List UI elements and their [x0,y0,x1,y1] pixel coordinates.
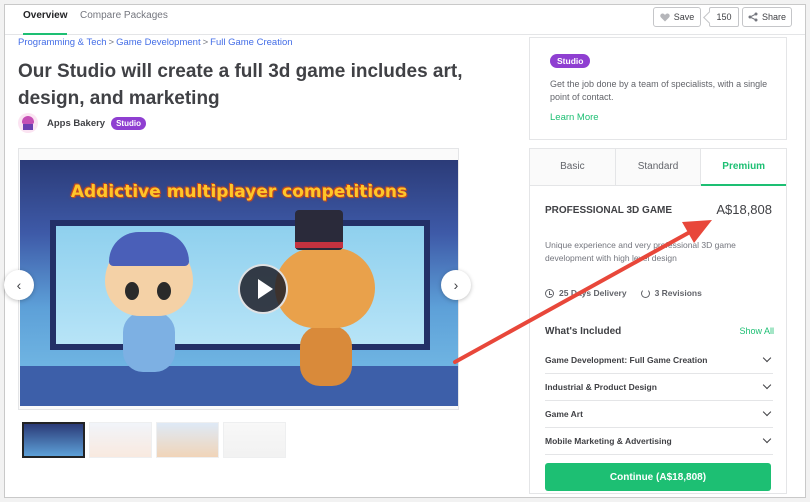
thumbnail-strip [22,422,286,458]
included-item[interactable]: Industrial & Product Design [545,374,773,401]
share-button[interactable]: Share [742,7,792,27]
delivery-label: 25 Days Delivery [559,288,627,298]
refresh-icon [640,288,650,298]
heart-icon [660,13,670,21]
thumbnail[interactable] [22,422,85,458]
cat-character [105,232,193,388]
cupcake-icon-base [23,124,33,130]
video-floor [20,366,458,406]
package-description: Unique experience and very professional … [545,240,736,263]
breadcrumb-separator: > [108,37,115,48]
breadcrumb-item-game-development[interactable]: Game Development [116,37,200,48]
thumbnail[interactable] [156,422,219,458]
studio-card: Studio Get the job done by a team of spe… [529,37,787,140]
dog-body [300,326,352,386]
cat-cap [109,232,189,266]
dog-head [275,248,375,328]
studio-description: Get the job done by a team of specialist… [550,79,768,102]
cat-body [123,312,175,372]
package-meta: 25 Days Delivery 3 Revisions [545,288,702,298]
cupcake-icon-top [22,116,34,124]
tab-premium[interactable]: Premium [701,149,787,186]
gig-title: Our Studio will create a full 3d game in… [18,61,463,109]
continue-button[interactable]: Continue (A$18,808) [545,463,771,491]
breadcrumb-item-full-game-creation[interactable]: Full Game Creation [210,37,292,48]
breadcrumb-item-programming[interactable]: Programming & Tech [18,37,107,48]
revisions-label: 3 Revisions [654,288,702,298]
included-item-label: Game Art [545,409,583,419]
chevron-left-icon[interactable]: ‹ [4,270,34,300]
play-icon[interactable] [238,264,288,314]
tab-compare-packages[interactable]: Compare Packages [80,5,168,35]
chevron-down-icon [762,380,772,390]
breadcrumb-separator: > [202,37,209,48]
delivery-time: 25 Days Delivery [545,288,627,298]
included-item[interactable]: Game Art [545,401,773,428]
included-item[interactable]: Game Development: Full Game Creation [545,347,773,374]
chevron-down-icon [762,407,772,417]
package-price: A$18,808 [716,202,772,217]
share-icon [748,12,758,22]
share-label: Share [761,12,787,22]
thumbnail[interactable] [89,422,152,458]
save-label: Save [673,12,695,22]
dog-character [275,210,375,390]
chevron-right-icon[interactable]: › [441,270,471,300]
learn-more-link[interactable]: Learn More [550,112,599,123]
clock-icon [545,288,554,298]
package-tabs: Basic Standard Premium [530,149,787,186]
gig-video[interactable]: Addictive multiplayer competitions [20,160,458,406]
show-all-link[interactable]: Show All [739,326,774,336]
breadcrumb: Programming & Tech > Game Development > Full… [18,37,293,48]
studio-badge: Studio [111,116,146,130]
tab-standard[interactable]: Standard [615,149,702,186]
thumbnail[interactable] [223,422,286,458]
cat-eye [125,282,139,300]
tab-basic[interactable]: Basic [530,149,616,186]
included-item-label: Industrial & Product Design [545,382,657,392]
chevron-down-icon [762,353,772,363]
seller-avatar[interactable] [18,113,38,133]
included-item[interactable]: Mobile Marketing & Advertising [545,428,773,455]
dog-hat-band [295,242,343,248]
cat-eye [157,282,171,300]
package-card: Basic Standard Premium PROFESSIONAL 3D G… [529,148,787,494]
included-list: Game Development: Full Game Creation Ind… [545,347,773,455]
whats-included-heading: What's Included [545,326,622,337]
save-count: 150 [709,7,739,27]
video-banner-text: Addictive multiplayer competitions [70,182,408,202]
studio-badge: Studio [550,54,591,68]
revisions: 3 Revisions [640,288,702,298]
tab-overview[interactable]: Overview [23,5,68,35]
package-name: PROFESSIONAL 3D GAME [545,205,673,216]
gig-nav-bar: Overview Compare Packages Save 150 Share [5,5,805,35]
chevron-down-icon [762,434,772,444]
included-item-label: Mobile Marketing & Advertising [545,436,672,446]
included-item-label: Game Development: Full Game Creation [545,355,708,365]
save-button[interactable]: Save [653,7,701,27]
seller-name[interactable]: Apps Bakery [47,118,105,129]
seller-info: Apps Bakery Studio [18,113,146,133]
